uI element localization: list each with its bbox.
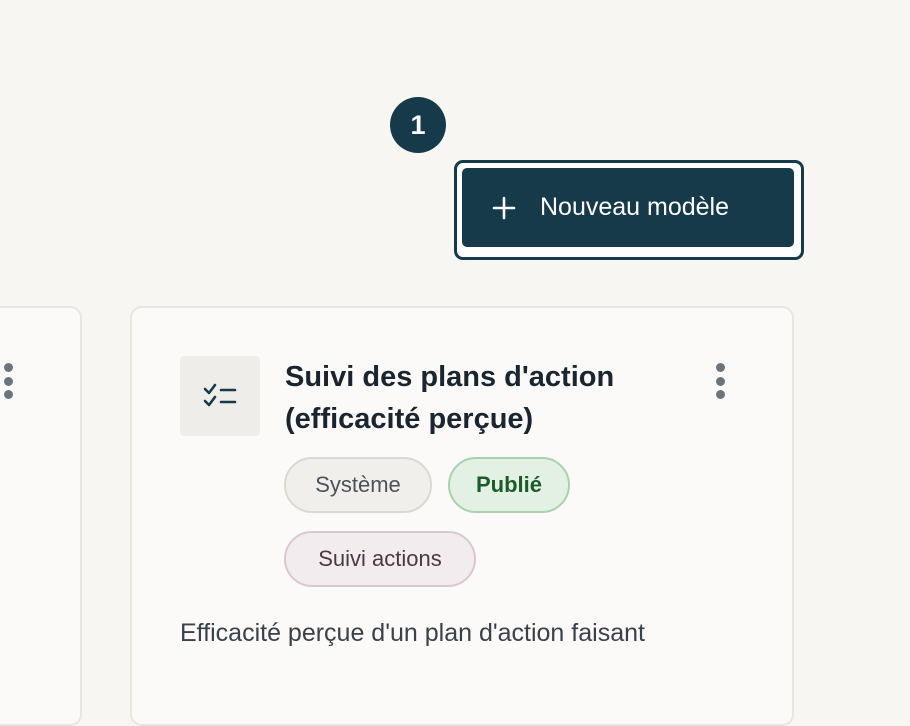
step-marker-badge: 1 xyxy=(390,97,446,153)
checklist-icon xyxy=(180,356,260,436)
new-template-label: Nouveau modèle xyxy=(540,193,730,221)
tag-category: Suivi actions xyxy=(284,531,476,587)
card-description: Efficacité perçue d'un plan d'action fai… xyxy=(180,619,645,647)
new-template-button[interactable]: Nouveau modèle xyxy=(462,168,794,247)
step-marker-number: 1 xyxy=(410,109,426,140)
more-options-icon[interactable] xyxy=(2,363,14,399)
status-badge-published: Publié xyxy=(448,457,570,513)
plus-icon xyxy=(492,196,516,220)
tag-system: Système xyxy=(284,457,432,513)
card-title: Suivi des plans d'action (efficacité per… xyxy=(285,361,615,435)
more-options-icon[interactable] xyxy=(714,363,726,399)
